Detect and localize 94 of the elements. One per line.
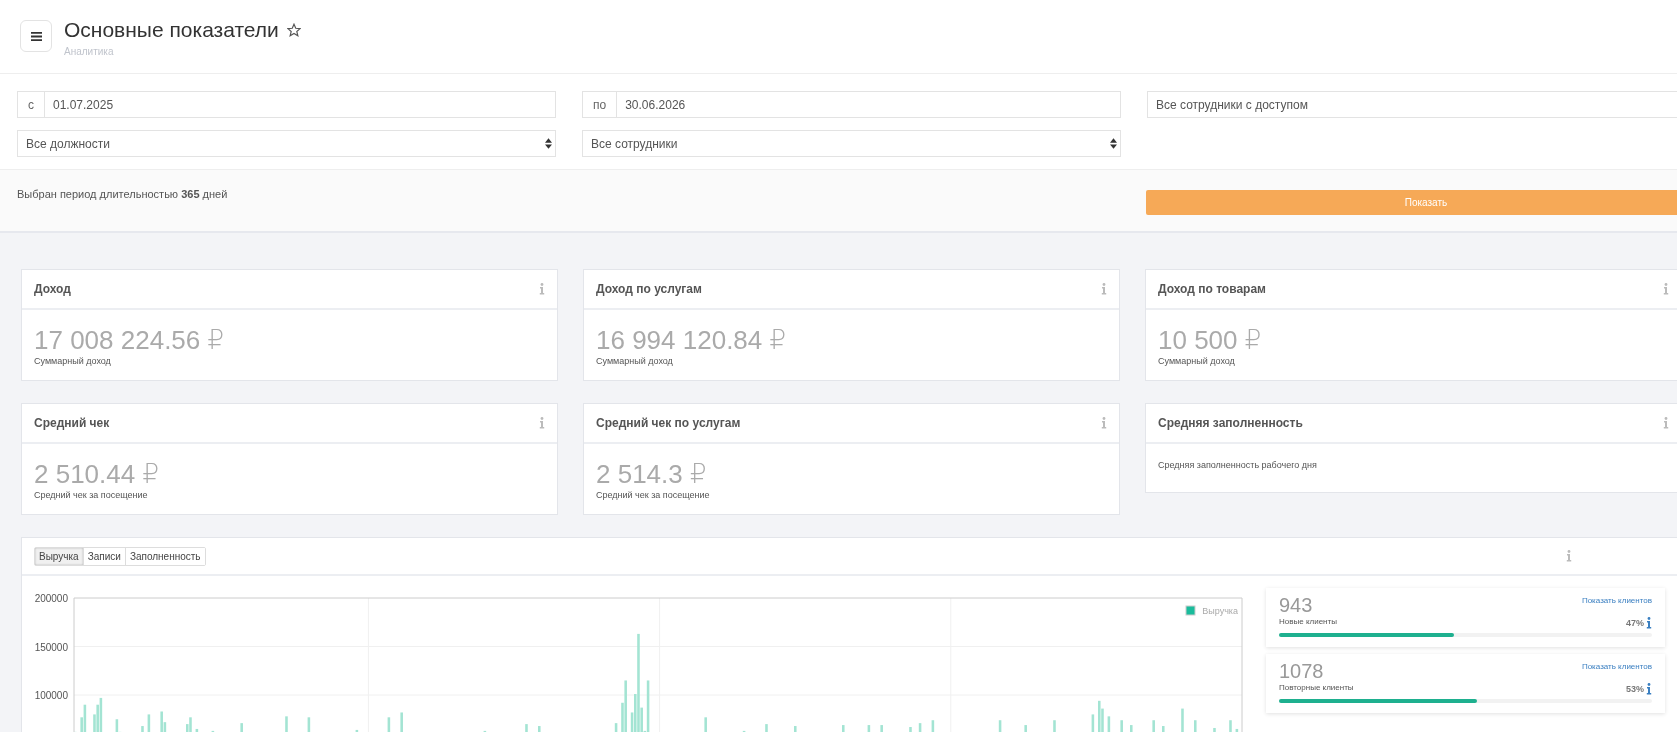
card-title: Доход по товарам [1158, 282, 1266, 296]
bar [387, 717, 391, 732]
field-prefix: с [18, 92, 45, 117]
bar [141, 726, 144, 732]
bar [1120, 720, 1123, 732]
bar [998, 720, 1002, 732]
select-value: Все должности [25, 136, 111, 151]
chart-tab[interactable]: Выручка [35, 547, 84, 565]
metric-caption: Суммарный доход [596, 356, 674, 366]
bar [1091, 714, 1095, 732]
bar [240, 723, 243, 732]
bar [1152, 720, 1155, 732]
bar [1053, 720, 1056, 732]
field-prefix: по [583, 92, 618, 117]
client-label: Повторные клиенты [1279, 683, 1354, 692]
info-icon[interactable] [1101, 417, 1107, 429]
client-count: 943 [1279, 594, 1313, 617]
show-clients-link[interactable]: Показать клиентов [1581, 662, 1652, 671]
metric-caption: Средний чек за посещение [34, 490, 149, 500]
bar [147, 714, 151, 732]
select-field[interactable]: Все сотрудники с доступом [1147, 91, 1677, 118]
info-icon[interactable] [1663, 283, 1669, 295]
sort-arrows-icon [1110, 138, 1117, 149]
info-icon[interactable] [539, 417, 545, 429]
legend-swatch [1185, 605, 1196, 616]
bar [765, 724, 768, 732]
bar [1213, 728, 1216, 732]
legend-label: Выручка [1202, 606, 1238, 616]
axis-label: 150000 [34, 641, 68, 653]
bar [307, 717, 311, 732]
menu-button[interactable] [20, 20, 52, 52]
bar [880, 725, 883, 732]
date-value: 01.07.2025 [52, 97, 115, 112]
date-field[interactable]: с 01.07.2025 [17, 91, 556, 118]
info-icon[interactable] [1101, 283, 1107, 295]
bar [909, 727, 912, 732]
bar [1107, 716, 1111, 732]
bar [355, 729, 359, 732]
bar [931, 720, 935, 732]
metric-caption: Средний чек за посещение [596, 490, 711, 500]
card-title: Доход по услугам [596, 282, 702, 296]
bar [842, 725, 845, 732]
select-value: Все сотрудники с доступом [1155, 97, 1309, 112]
metric-value: 2 514.3 ₽ [596, 458, 708, 490]
sort-arrows-icon [545, 138, 552, 149]
metric-value: 2 510.44 ₽ [34, 458, 160, 490]
metric-caption: Средняя заполненность рабочего дня [1158, 460, 1318, 470]
show-clients-link[interactable]: Показать клиентов [1581, 596, 1652, 605]
percent-value: 47% [1626, 618, 1644, 628]
client-label: Новые клиенты [1279, 617, 1337, 626]
card-title: Доход [34, 282, 71, 296]
info-icon[interactable] [1663, 417, 1669, 429]
card-title: Средний чек по услугам [596, 416, 741, 430]
bar [918, 723, 922, 732]
bar [525, 724, 528, 732]
card-title: Средний чек [34, 416, 110, 430]
date-value: 30.06.2026 [624, 97, 687, 112]
bar [1229, 720, 1232, 732]
bar [1194, 720, 1197, 732]
info-icon[interactable] [1646, 617, 1652, 629]
bar [1235, 728, 1239, 732]
bar [1130, 725, 1133, 732]
bar [195, 728, 199, 732]
period-text: Выбран период длительностью 365 дней [17, 188, 229, 202]
bar [285, 716, 288, 732]
page-title: Основные показатели [64, 18, 279, 42]
percent-value: 53% [1626, 684, 1644, 694]
metric-value: 10 500 ₽ [1158, 324, 1263, 356]
bar [704, 717, 707, 732]
star-icon[interactable] [286, 23, 301, 37]
bar [867, 725, 871, 732]
bar [614, 723, 618, 732]
metric-caption: Суммарный доход [34, 356, 112, 366]
bar [794, 726, 797, 732]
bar [1024, 725, 1027, 732]
client-count: 1078 [1279, 660, 1324, 683]
bar [1181, 708, 1184, 732]
bar [1162, 726, 1165, 732]
select-field[interactable]: Все сотрудники [582, 130, 1121, 157]
bar [538, 726, 541, 732]
axis-label: 200000 [34, 593, 68, 604]
select-value: Все сотрудники [590, 136, 679, 151]
card-title: Средняя заполненность [1158, 416, 1303, 430]
metric-value: 17 008 224.56 ₽ [34, 324, 226, 356]
menu-icon [30, 31, 42, 41]
info-icon[interactable] [539, 283, 545, 295]
info-icon[interactable] [1566, 550, 1572, 562]
axis-label: 100000 [34, 690, 68, 701]
select-field[interactable]: Все должности [17, 130, 556, 157]
metric-value: 16 994 120.84 ₽ [596, 324, 788, 356]
info-icon[interactable] [1646, 683, 1652, 695]
bar [400, 712, 403, 732]
date-field[interactable]: по 30.06.2026 [582, 91, 1121, 118]
metric-caption: Суммарный доход [1158, 356, 1236, 366]
